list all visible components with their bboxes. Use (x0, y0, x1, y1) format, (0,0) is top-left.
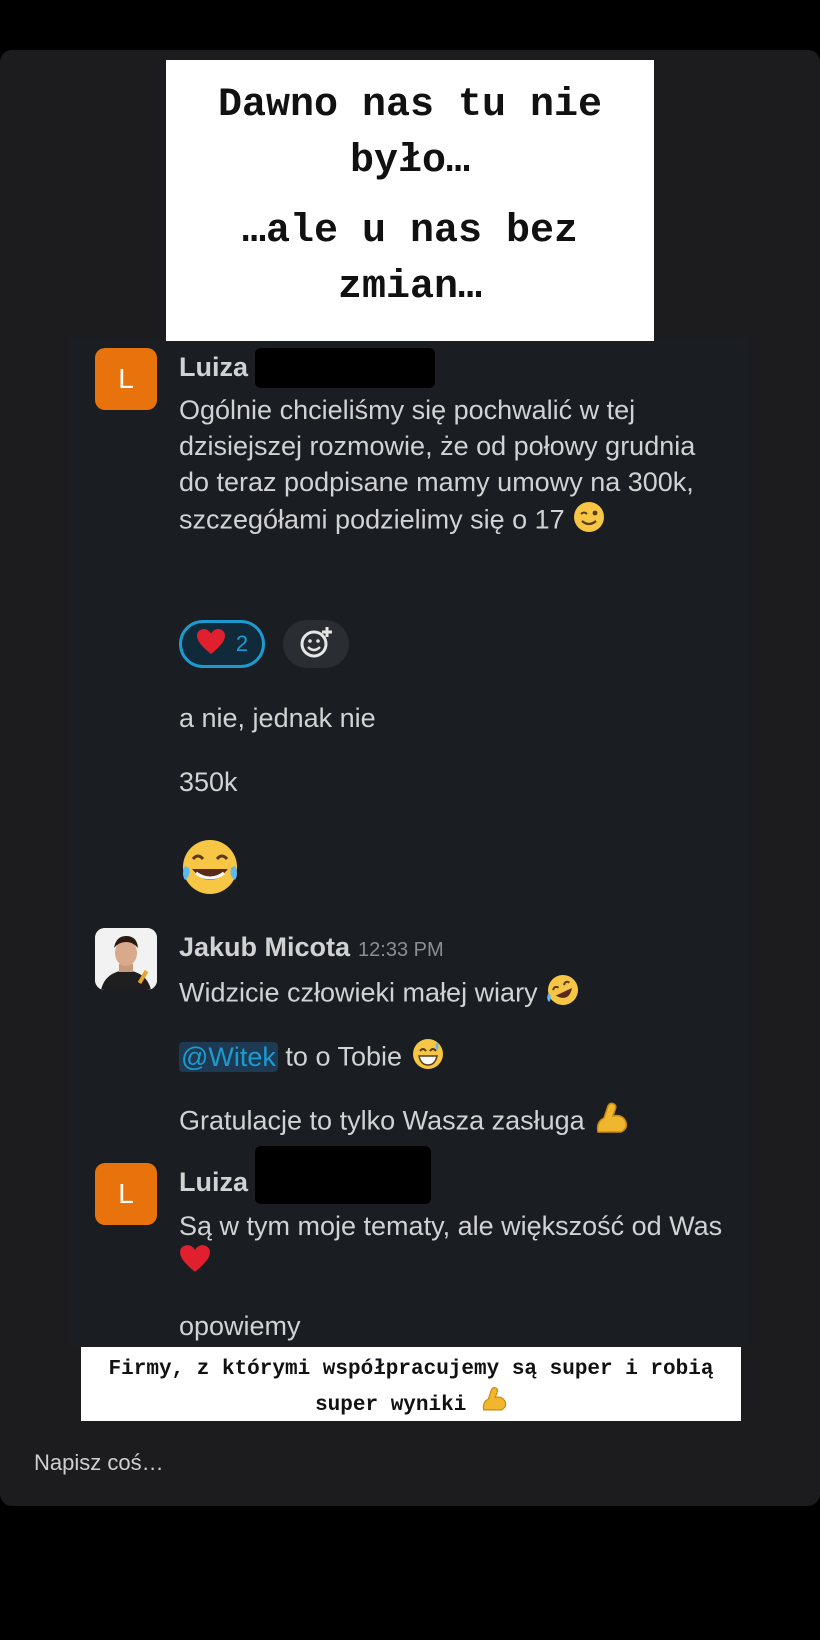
message-body: Gratulacje to tylko Wasza zasługa (179, 1105, 585, 1136)
message-text: @Witek to o Tobie (179, 1036, 724, 1081)
message-text: opowiemy (179, 1311, 301, 1341)
heart-emoji (196, 628, 226, 661)
reply-input[interactable] (32, 1445, 736, 1481)
heart-reaction-button[interactable]: 2 (179, 620, 265, 668)
add-reaction-button[interactable] (283, 620, 349, 668)
story-caption-top: Dawno nas tu nie było… …ale u nas bez zm… (166, 60, 654, 341)
message-text: Są w tym moje tematy, ale większość od W… (179, 1208, 724, 1283)
rolling-laughing-emoji (545, 972, 581, 1017)
redaction-bar (255, 348, 435, 388)
heart-emoji (179, 1244, 211, 1283)
avatar-jakub[interactable] (95, 928, 157, 990)
user-mention-link[interactable]: @Witek (179, 1041, 278, 1072)
sender-name-jakub[interactable]: Jakub Micota 12:33 PM (179, 932, 444, 963)
tears-of-joy-emoji (179, 836, 724, 907)
message-text: Gratulacje to tylko Wasza zasługa (179, 1100, 724, 1145)
sender-name-luiza[interactable]: Luiza (179, 1167, 248, 1198)
caption-text: Firmy, z którymi współpracujemy są super… (108, 1358, 714, 1418)
message-body: Ogólnie chcieliśmy się pochwalić w tej d… (179, 395, 696, 535)
message-timestamp[interactable]: 12:33 PM (358, 939, 444, 961)
message-body: Widzicie człowieki małej wiary (179, 977, 538, 1008)
grinning-sweat-emoji (410, 1036, 446, 1081)
sender-name-label: Jakub Micota (179, 932, 351, 962)
message-text: 350k (179, 767, 238, 797)
reaction-count: 2 (235, 631, 249, 656)
add-reaction-icon (298, 624, 334, 665)
caption-line-2: …ale u nas bez zmian… (241, 209, 579, 310)
story-caption-bottom: Firmy, z którymi współpracujemy są super… (81, 1347, 741, 1421)
message-text: Widzicie człowieki małej wiary (179, 972, 724, 1017)
flexed-biceps-emoji (592, 1100, 628, 1145)
caption-line-1: Dawno nas tu nie było… (217, 83, 603, 184)
redaction-bar (255, 1146, 431, 1204)
winking-face-emoji (572, 500, 606, 543)
message-text: Ogólnie chcieliśmy się pochwalić w tej d… (179, 392, 724, 543)
flexed-biceps-emoji (479, 1385, 507, 1424)
avatar-luiza[interactable]: L (95, 1163, 157, 1225)
message-text: a nie, jednak nie (179, 703, 376, 733)
avatar-luiza[interactable]: L (95, 348, 157, 410)
sender-name-luiza[interactable]: Luiza (179, 352, 248, 383)
message-body: Są w tym moje tematy, ale większość od W… (179, 1211, 723, 1241)
message-body: to o Tobie (277, 1041, 403, 1072)
